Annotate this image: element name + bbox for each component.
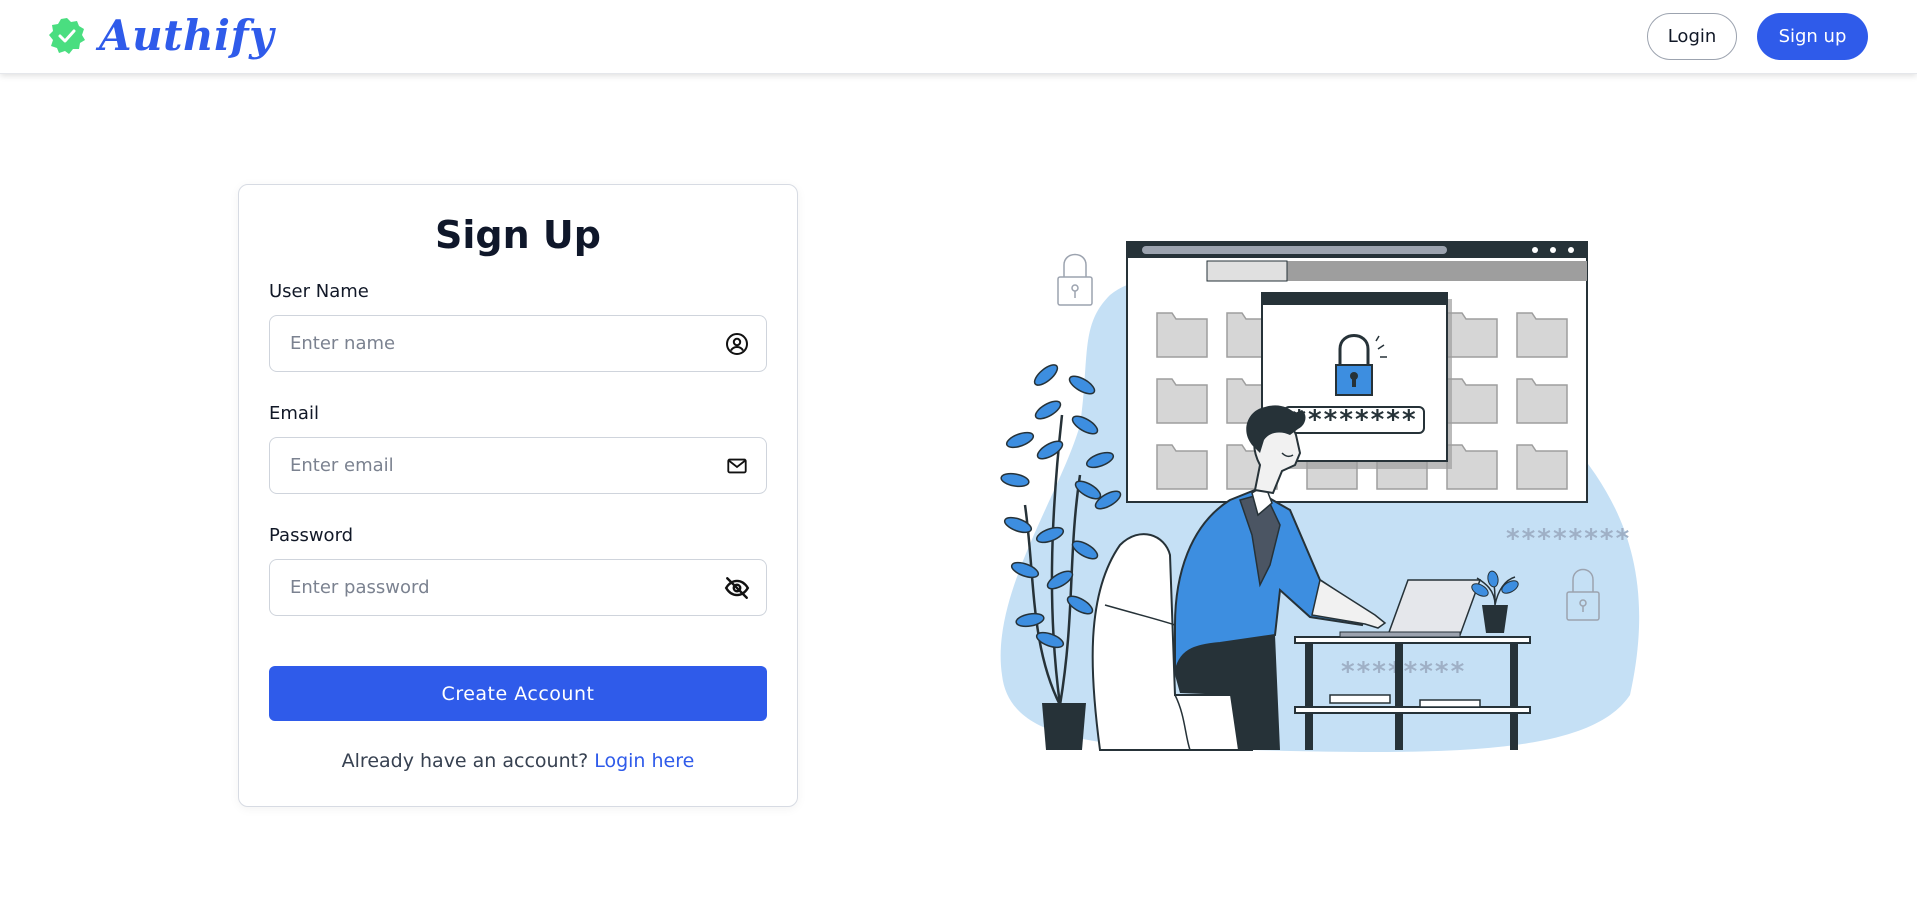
brand-name: Authify (99, 11, 274, 60)
padlock-outline-icon (1057, 253, 1093, 306)
login-button[interactable]: Login (1647, 13, 1737, 60)
masked-password-text: ******** (1291, 405, 1416, 435)
page-title: Sign Up (435, 213, 601, 257)
username-input[interactable] (270, 316, 724, 371)
create-account-button[interactable]: Create Account (269, 666, 767, 721)
login-prompt: Already have an account? Login here (239, 750, 797, 772)
mail-icon (724, 453, 750, 479)
eye-off-icon[interactable] (724, 575, 750, 601)
login-prompt-text: Already have an account? (341, 750, 595, 772)
username-label: User Name (269, 281, 369, 302)
security-illustration: ******** ******** ******** (1000, 241, 1640, 752)
signup-card: Sign Up User Name Email Password (238, 184, 798, 807)
user-circle-icon (724, 331, 750, 357)
brand-logo[interactable]: Authify (47, 12, 274, 60)
password-label: Password (269, 525, 354, 546)
email-input[interactable] (270, 438, 724, 493)
username-field-wrapper (269, 315, 767, 372)
login-here-link[interactable]: Login here (594, 750, 694, 772)
signup-button[interactable]: Sign up (1757, 13, 1868, 60)
email-field-wrapper (269, 437, 767, 494)
top-navbar: Authify Login Sign up (0, 0, 1917, 74)
password-field-wrapper (269, 559, 767, 616)
verified-badge-icon (49, 18, 85, 54)
background-stars-text: ******** (1505, 524, 1630, 554)
password-input[interactable] (270, 560, 724, 615)
email-label: Email (269, 403, 319, 424)
